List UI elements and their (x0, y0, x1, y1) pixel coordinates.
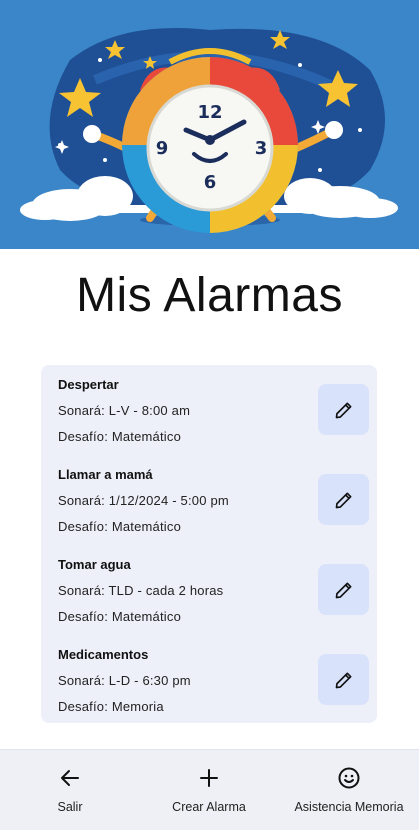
pencil-icon (335, 492, 351, 508)
nav-memory-assist-label: Asistencia Memoria (294, 800, 404, 814)
edit-alarm-button[interactable] (318, 564, 369, 615)
nav-exit-button[interactable]: Salir (20, 750, 120, 830)
alarm-name: Medicamentos (58, 647, 149, 662)
clock-number-9: 9 (156, 138, 169, 159)
clock-number-3: 3 (255, 138, 268, 159)
alarm-name: Despertar (58, 377, 119, 392)
alarm-name: Llamar a mamá (58, 467, 153, 482)
alarm-schedule: Sonará: TLD - cada 2 horas (58, 583, 224, 598)
page-title: Mis Alarmas (76, 269, 343, 322)
clock-number-6: 6 (204, 172, 217, 193)
alarm-item-despertar: Despertar Sonará: L-V - 8:00 am Desafío:… (41, 365, 377, 455)
pencil-icon (335, 402, 351, 418)
plus-icon (200, 769, 218, 787)
alarm-challenge: Desafío: Memoria (58, 699, 164, 714)
alarm-name: Tomar agua (58, 557, 131, 572)
alarm-challenge: Desafío: Matemático (58, 609, 182, 624)
nav-memory-assist-button[interactable]: Asistencia Memoria (282, 750, 416, 830)
nav-create-alarm-label: Crear Alarma (172, 800, 246, 814)
alarm-item-llamar-a-mama: Llamar a mamá Sonará: 1/12/2024 - 5:00 p… (41, 455, 377, 545)
pencil-icon (335, 672, 351, 688)
alarm-schedule: Sonará: 1/12/2024 - 5:00 pm (58, 493, 229, 508)
nav-create-alarm-button[interactable]: Crear Alarma (154, 750, 264, 830)
alarm-schedule: Sonará: L-V - 8:00 am (58, 403, 191, 418)
alarm-clock-illustration: 12 3 6 9 (0, 0, 419, 249)
edit-alarm-button[interactable] (318, 654, 369, 705)
alarm-item-medicamentos: Medicamentos Sonará: L-D - 6:30 pm Desaf… (41, 635, 377, 725)
bottom-navigation: Salir Crear Alarma Asistencia Memoria (0, 749, 419, 830)
clock-number-12: 12 (197, 102, 222, 123)
alarm-item-tomar-agua: Tomar agua Sonará: TLD - cada 2 horas De… (41, 545, 377, 635)
smiley-icon (338, 767, 360, 789)
nav-exit-label: Salir (57, 800, 83, 814)
alarm-schedule: Sonará: L-D - 6:30 pm (58, 673, 191, 688)
hero-illustration: 12 3 6 9 (0, 0, 419, 249)
arrow-left-icon (61, 770, 79, 786)
edit-alarm-button[interactable] (318, 474, 369, 525)
edit-alarm-button[interactable] (318, 384, 369, 435)
alarm-challenge: Desafío: Matemático (58, 519, 182, 534)
pencil-icon (335, 582, 351, 598)
alarm-challenge: Desafío: Matemático (58, 429, 182, 444)
alarm-list: Despertar Sonará: L-V - 8:00 am Desafío:… (41, 365, 377, 723)
